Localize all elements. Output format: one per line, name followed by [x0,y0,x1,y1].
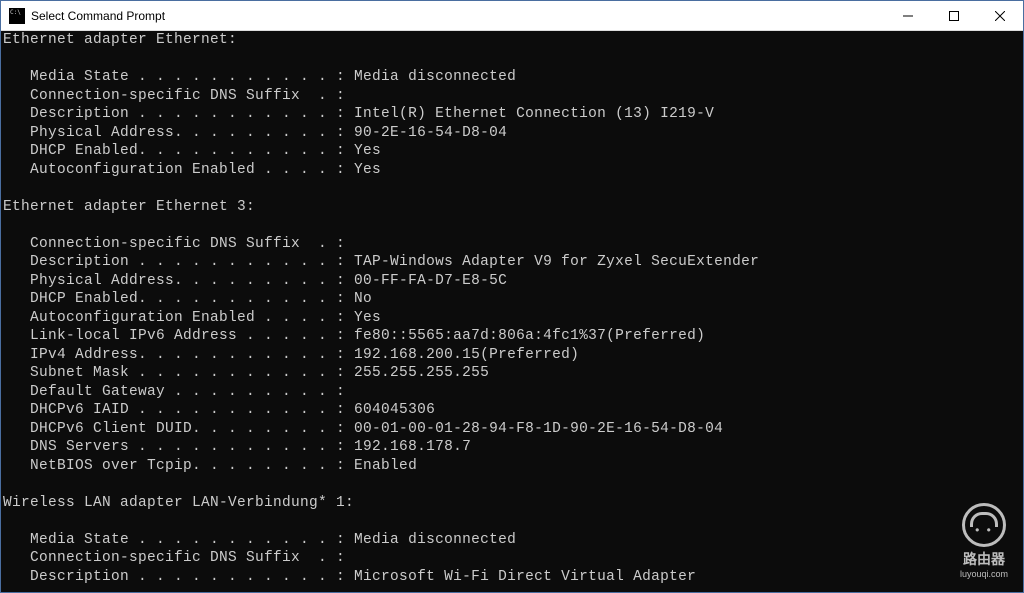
terminal-output[interactable]: Ethernet adapter Ethernet: Media State .… [1,31,1023,592]
watermark-title: 路由器 [960,549,1008,569]
maximize-button[interactable] [931,1,977,30]
window-title: Select Command Prompt [31,9,885,23]
watermark-subtitle: luyouqi.com [960,569,1008,579]
command-prompt-window: Select Command Prompt Ethernet adapter E… [0,0,1024,593]
watermark-logo: 路由器 luyouqi.com [960,503,1008,579]
close-button[interactable] [977,1,1023,30]
window-controls [885,1,1023,30]
minimize-button[interactable] [885,1,931,30]
cmd-icon [9,8,25,24]
router-icon [962,503,1006,547]
titlebar[interactable]: Select Command Prompt [1,1,1023,31]
